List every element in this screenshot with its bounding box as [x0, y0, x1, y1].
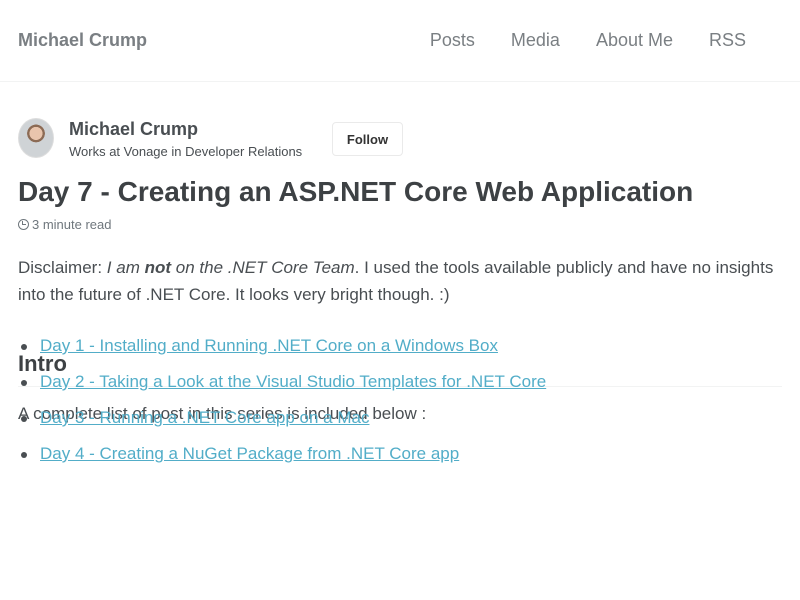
- disclaimer-lead: Disclaimer:: [18, 258, 107, 277]
- list-item: Day 4 - Creating a NuGet Package from .N…: [20, 444, 546, 480]
- disclaimer-paragraph: Disclaimer: I am not on the .NET Core Te…: [18, 254, 782, 308]
- disclaimer-italic-1: I am: [106, 258, 145, 277]
- nav-item-about-me: About Me: [596, 30, 673, 51]
- read-time-label: 3 minute read: [32, 217, 112, 232]
- masthead: Michael Crump Posts Media About Me RSS: [0, 0, 800, 82]
- post-content: Michael Crump Works at Vonage in Develop…: [18, 118, 782, 423]
- site-title-link[interactable]: Michael Crump: [18, 30, 147, 51]
- list-item: Day 2 - Taking a Look at the Visual Stud…: [20, 372, 546, 408]
- nav-link-media[interactable]: Media: [511, 30, 560, 50]
- nav-link-rss[interactable]: RSS: [709, 30, 746, 50]
- author-name: Michael Crump: [69, 119, 199, 139]
- list-item: Day 1 - Installing and Running .NET Core…: [20, 336, 546, 372]
- list-item: Day 3 - Running a .NET Core app on a Mac: [20, 408, 546, 444]
- nav-item-media: Media: [511, 30, 560, 51]
- author-bio: Works at Vonage in Developer Relations: [69, 144, 303, 159]
- nav-item-posts: Posts: [430, 30, 475, 51]
- series-link-day-2[interactable]: Day 2 - Taking a Look at the Visual Stud…: [40, 372, 546, 391]
- page-title: Day 7 - Creating an ASP.NET Core Web App…: [18, 176, 694, 207]
- nav-link-about-me[interactable]: About Me: [596, 30, 673, 50]
- series-link-day-3[interactable]: Day 3 - Running a .NET Core app on a Mac: [40, 408, 369, 427]
- disclaimer-italic-2: on the .NET Core Team: [171, 258, 355, 277]
- disclaimer-bold: not: [144, 258, 172, 277]
- top-nav: Posts Media About Me RSS: [430, 30, 746, 51]
- clock-icon: [18, 219, 29, 230]
- read-time: 3 minute read: [18, 217, 112, 232]
- nav-link-posts[interactable]: Posts: [430, 30, 475, 50]
- author-profile: Michael Crump Works at Vonage in Develop…: [18, 118, 782, 162]
- series-link-list: Day 1 - Installing and Running .NET Core…: [20, 336, 546, 480]
- author-avatar: [18, 118, 54, 158]
- series-link-day-4[interactable]: Day 4 - Creating a NuGet Package from .N…: [40, 444, 459, 463]
- series-link-day-1[interactable]: Day 1 - Installing and Running .NET Core…: [40, 336, 498, 355]
- follow-button[interactable]: Follow: [332, 122, 403, 156]
- nav-item-rss: RSS: [709, 30, 746, 51]
